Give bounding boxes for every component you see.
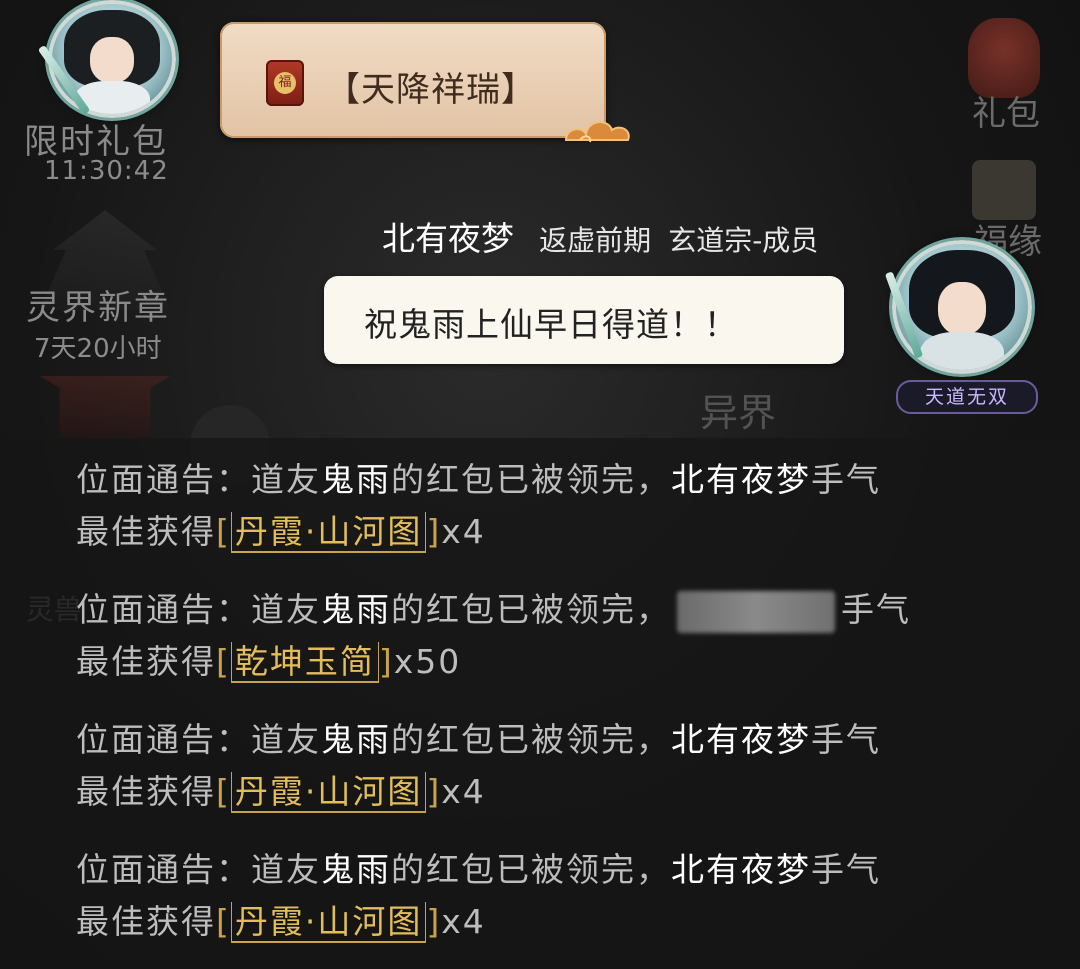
chat-bubble: 祝鬼雨上仙早日得道！！ <box>324 276 844 364</box>
pagoda-icon <box>40 376 170 440</box>
sender-sect: 玄道宗-成员 <box>668 224 819 257</box>
system-log-panel[interactable]: 位面通告：道友鬼雨的红包已被领完，北有夜梦手气 最佳获得[丹霞·山河图]x4 位… <box>0 438 1080 969</box>
log-entry: 位面通告：道友鬼雨的红包已被领完，北有夜梦手气 最佳获得[丹霞·山河图]x4 <box>76 720 881 813</box>
item-link[interactable]: 丹霞·山河图 <box>230 772 427 813</box>
chapter-countdown: 7天20小时 <box>34 334 162 364</box>
item-link[interactable]: 丹霞·山河图 <box>230 512 427 553</box>
chat-message: 祝鬼雨上仙早日得道！！ <box>364 305 738 344</box>
sender-rank: 返虚前期 <box>539 224 652 257</box>
log-entry: 位面通告：道友鬼雨的红包已被领完，北有夜梦手气 最佳获得[丹霞·山河图]x4 <box>76 850 881 943</box>
limited-gift-avatar[interactable] <box>48 0 176 118</box>
log-entry: 位面通告：道友鬼雨的红包已被领完，北有夜梦手气 最佳获得[丹霞·山河图]x4 <box>76 460 881 553</box>
gift-label[interactable]: 礼包 <box>972 86 1040 135</box>
sender-info: 北有夜梦 返虚前期 玄道宗-成员 <box>382 212 818 260</box>
sender-name[interactable]: 北有夜梦 <box>382 219 514 258</box>
log-entry: 位面通告：道友鬼雨的红包已被领完， 手气 最佳获得[乾坤玉简]x50 <box>76 590 911 683</box>
red-envelope-icon: 福 <box>266 60 304 106</box>
item-link[interactable]: 乾坤玉简 <box>230 642 379 683</box>
item-link[interactable]: 丹霞·山河图 <box>230 902 427 943</box>
cloud-icon <box>564 121 630 143</box>
limited-gift-timer: 11:30:42 <box>44 156 169 186</box>
new-chapter-label[interactable]: 灵界新章 <box>26 280 170 329</box>
announcement-title: 【天降祥瑞】 <box>326 70 536 110</box>
yijie-label[interactable]: 异界 <box>700 382 776 437</box>
redacted-name <box>677 590 835 633</box>
scroll-icon[interactable] <box>972 160 1036 220</box>
title-badge: 天道无双 <box>896 380 1038 414</box>
announcement-plaque[interactable]: 福 【天降祥瑞】 <box>220 22 606 138</box>
